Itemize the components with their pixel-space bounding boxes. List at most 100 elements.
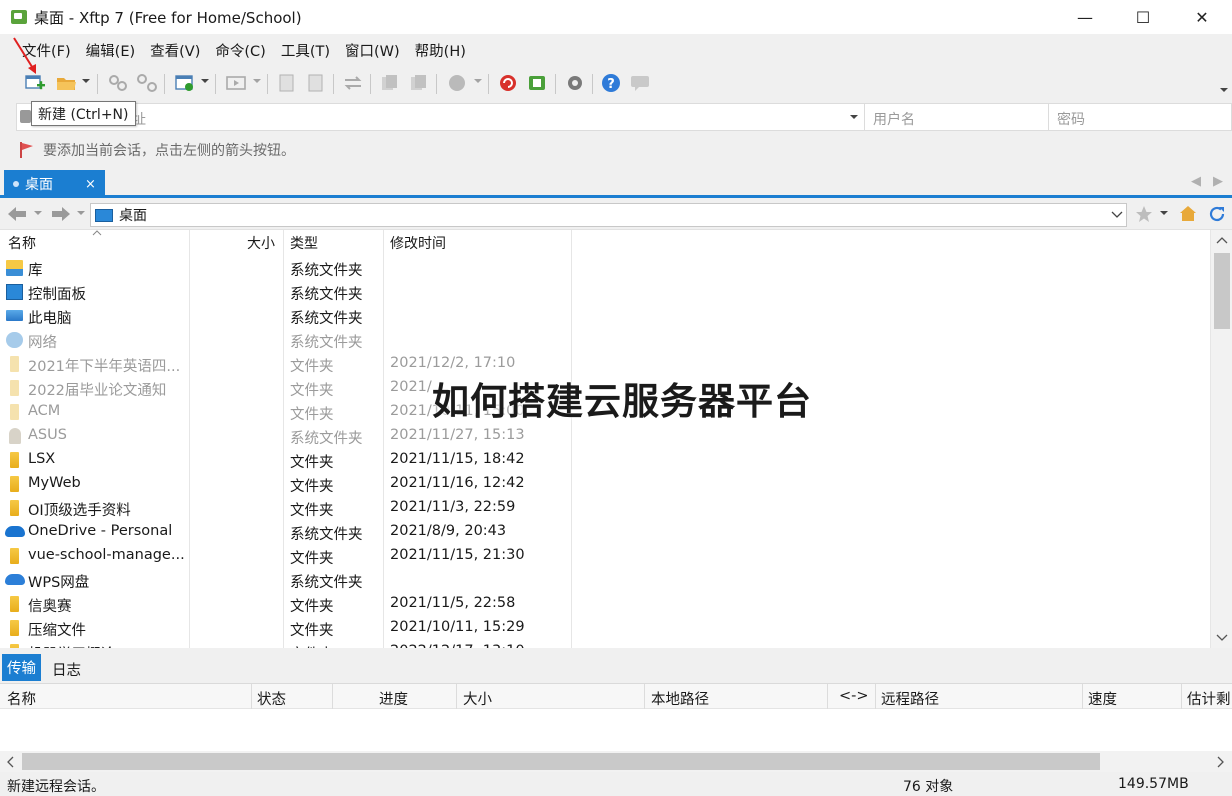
file-row[interactable]: 信奥赛 文件夹 2021/11/5, 22:58 xyxy=(0,592,1210,616)
column-modified[interactable]: 修改时间 xyxy=(390,230,446,255)
path-bar: 桌面 xyxy=(0,200,1232,228)
window-title: 桌面 - Xftp 7 (Free for Home/School) xyxy=(34,8,302,27)
file-modified: 2021/8/9, 20:43 xyxy=(390,523,507,539)
new-session-icon[interactable] xyxy=(23,72,47,94)
transfer-tab-bar: 传输 日志 xyxy=(0,651,1232,682)
toolbar-overflow-arrow[interactable] xyxy=(1220,88,1228,92)
menu-command[interactable]: 命令(C) xyxy=(215,40,265,61)
menu-window[interactable]: 窗口(W) xyxy=(345,40,400,61)
transfer-col-progress[interactable]: 进度 xyxy=(379,688,408,709)
file-row[interactable]: 压缩文件 文件夹 2021/10/11, 15:29 xyxy=(0,616,1210,640)
transfer-col-eta[interactable]: 估计剩 xyxy=(1187,688,1231,709)
tab-log[interactable]: 日志 xyxy=(52,659,81,680)
transfer-col-name[interactable]: 名称 xyxy=(7,688,36,709)
folder-icon xyxy=(10,596,19,612)
horizontal-scroll-thumb[interactable] xyxy=(22,753,1100,770)
file-row[interactable]: 网络 系统文件夹 xyxy=(0,328,1210,352)
file-type: 文件夹 xyxy=(290,599,334,615)
favorite-star-icon[interactable] xyxy=(1135,205,1153,223)
file-row[interactable]: MyWeb 文件夹 2021/11/16, 12:42 xyxy=(0,472,1210,496)
forward-arrow-icon[interactable] xyxy=(50,205,72,223)
minimize-button[interactable]: — xyxy=(1056,0,1114,34)
file-type: 文件夹 xyxy=(290,643,334,648)
username-input[interactable]: 用户名 xyxy=(873,109,915,129)
file-type: 文件夹 xyxy=(290,623,334,639)
home-icon[interactable] xyxy=(1178,204,1198,222)
host-dropdown-arrow[interactable] xyxy=(850,115,858,119)
file-row[interactable]: 控制面板 系统文件夹 xyxy=(0,280,1210,304)
file-name: vue-school-manage... xyxy=(28,547,185,563)
scroll-down-icon[interactable] xyxy=(1216,634,1228,642)
file-row[interactable]: LSX 文件夹 2021/11/15, 18:42 xyxy=(0,448,1210,472)
disconnect-icon[interactable] xyxy=(135,72,159,94)
menu-edit[interactable]: 编辑(E) xyxy=(86,40,135,61)
favorite-dropdown-arrow[interactable] xyxy=(1160,211,1168,215)
file-row[interactable]: 机器学习概论 文件夹 2022/12/17, 13:10 xyxy=(0,640,1210,648)
transfer-col-size[interactable]: 大小 xyxy=(463,688,492,709)
tab-close-icon[interactable]: × xyxy=(85,177,96,192)
file-row[interactable]: ASUS 系统文件夹 2021/11/27, 15:13 xyxy=(0,424,1210,448)
paste-icon[interactable] xyxy=(407,72,431,94)
copy-icon[interactable] xyxy=(378,72,402,94)
transfer-icon[interactable] xyxy=(224,72,248,94)
transfer-col-local-path[interactable]: 本地路径 xyxy=(651,688,709,709)
file-row[interactable]: OI顶级选手资料 文件夹 2021/11/3, 22:59 xyxy=(0,496,1210,520)
horizontal-scrollbar[interactable] xyxy=(0,751,1232,772)
column-type[interactable]: 类型 xyxy=(290,230,318,255)
transfer-col-status[interactable]: 状态 xyxy=(257,688,286,709)
help-icon[interactable]: ? xyxy=(599,72,623,94)
settings-icon[interactable] xyxy=(563,72,587,94)
stop-icon[interactable] xyxy=(445,72,469,94)
scroll-right-icon[interactable] xyxy=(1217,756,1225,768)
file-row[interactable]: vue-school-manage... 文件夹 2021/11/15, 21:30 xyxy=(0,544,1210,568)
path-dropdown-icon[interactable] xyxy=(1111,211,1123,219)
window-dropdown-arrow[interactable] xyxy=(201,79,209,83)
file-row[interactable]: OneDrive - Personal 系统文件夹 2021/8/9, 20:43 xyxy=(0,520,1210,544)
password-input[interactable]: 密码 xyxy=(1057,109,1085,129)
tab-desktop[interactable]: 桌面 × xyxy=(4,170,105,198)
file-row[interactable]: WPS网盘 系统文件夹 xyxy=(0,568,1210,592)
path-input[interactable]: 桌面 xyxy=(90,203,1127,227)
tab-transfer[interactable]: 传输 xyxy=(2,654,41,681)
vertical-scrollbar[interactable] xyxy=(1210,230,1232,648)
file-name: WPS网盘 xyxy=(28,575,90,591)
xshell-icon[interactable] xyxy=(496,72,520,94)
maximize-button[interactable]: ☐ xyxy=(1114,0,1172,34)
tab-scroll-right-icon[interactable]: ▶ xyxy=(1213,174,1223,189)
file-modified: 2021/11/15, 18:42 xyxy=(390,451,525,467)
close-button[interactable]: ✕ xyxy=(1173,0,1231,34)
new-window-icon[interactable] xyxy=(173,72,197,94)
sync-icon[interactable] xyxy=(341,72,365,94)
file-name: 2021年下半年英语四... xyxy=(28,359,181,375)
transfer-col-remote-path[interactable]: 远程路径 xyxy=(881,688,939,709)
back-dropdown-arrow[interactable] xyxy=(34,211,42,215)
file-row[interactable]: 此电脑 系统文件夹 xyxy=(0,304,1210,328)
transfer-col-speed[interactable]: 速度 xyxy=(1088,688,1117,709)
column-name[interactable]: 名称 xyxy=(8,230,36,255)
connect-icon[interactable] xyxy=(106,72,130,94)
open-dropdown-arrow[interactable] xyxy=(82,79,90,83)
scroll-left-icon[interactable] xyxy=(6,756,14,768)
refresh-icon[interactable] xyxy=(1207,204,1227,224)
download-icon[interactable] xyxy=(304,72,328,94)
chat-icon[interactable] xyxy=(628,72,652,94)
upload-icon[interactable] xyxy=(275,72,299,94)
menu-tools[interactable]: 工具(T) xyxy=(281,40,330,61)
transfer-col-direction[interactable]: <-> xyxy=(839,688,869,704)
back-arrow-icon[interactable] xyxy=(6,205,28,223)
open-folder-icon[interactable] xyxy=(54,72,78,94)
menu-view[interactable]: 查看(V) xyxy=(150,40,200,61)
tab-scroll-left-icon[interactable]: ◀ xyxy=(1191,174,1201,189)
file-type: 文件夹 xyxy=(290,479,334,495)
column-size[interactable]: 大小 xyxy=(247,230,275,255)
vertical-scroll-thumb[interactable] xyxy=(1214,253,1230,329)
file-row[interactable]: 库 系统文件夹 xyxy=(0,256,1210,280)
file-type: 系统文件夹 xyxy=(290,431,363,447)
scroll-up-icon[interactable] xyxy=(1216,236,1228,244)
menu-help[interactable]: 帮助(H) xyxy=(415,40,466,61)
file-name: 机器学习概论 xyxy=(28,643,115,648)
bookmark-flag-icon[interactable] xyxy=(20,142,33,158)
xftp-icon[interactable] xyxy=(525,72,549,94)
total-size: 149.57MB xyxy=(1118,776,1189,792)
forward-dropdown-arrow[interactable] xyxy=(77,211,85,215)
